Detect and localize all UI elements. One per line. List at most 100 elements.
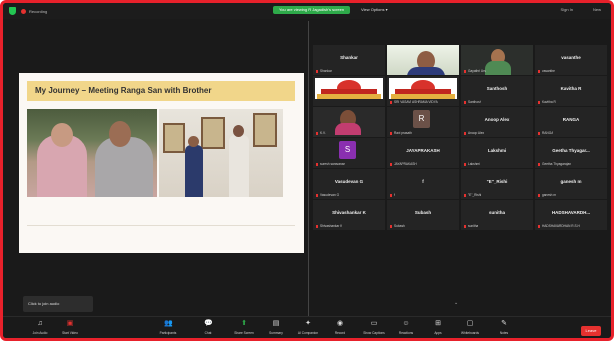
- share-screen-button[interactable]: ⬆ Share Screen: [229, 320, 259, 335]
- chat-icon: 💬: [204, 320, 213, 327]
- mic-muted-icon: [390, 224, 392, 228]
- participant-tile[interactable]: Subash Subash: [387, 200, 459, 230]
- participant-tile[interactable]: SRI VASAVI ASHRAMA VIDYA: [387, 76, 459, 106]
- photo-person: [185, 145, 203, 197]
- participant-name-label: Subash: [390, 224, 405, 228]
- participant-name-text: JAYAPRAKASH: [394, 162, 417, 166]
- participant-tile[interactable]: R Ravi prasath: [387, 107, 459, 137]
- mic-muted-icon: [538, 100, 540, 104]
- toolbar-label: AI Companion: [297, 331, 319, 335]
- participant-tile[interactable]: "E"_Rishi "E"_Rishi: [461, 169, 533, 199]
- participant-tile[interactable]: sunitha sunitha: [461, 200, 533, 230]
- split-divider[interactable]: [308, 21, 309, 319]
- shared-slide: My Journey – Meeting Ranga San with Brot…: [19, 73, 304, 253]
- participant-tile[interactable]: Santhosh Santhosh: [461, 76, 533, 106]
- toolbar-label: Join Audio: [32, 331, 48, 335]
- participant-display-name: Shivashankar K: [332, 210, 366, 215]
- participant-name-label: K.V.: [316, 131, 326, 135]
- new-button[interactable]: New: [593, 7, 601, 12]
- mic-muted-icon: [316, 69, 318, 73]
- start-video-button[interactable]: ▣ Start Video: [55, 320, 85, 335]
- participant-name-label: "E"_Rishi: [464, 193, 481, 197]
- join-audio-prompt[interactable]: Click to join audio: [23, 296, 93, 312]
- participant-tile[interactable]: Lakshmi Lakshmi: [461, 138, 533, 168]
- join-audio-button[interactable]: ♫ Join Audio: [25, 320, 55, 335]
- photo-person-head: [233, 125, 244, 137]
- participant-name-label: RANGA: [538, 131, 553, 135]
- mic-muted-icon: [390, 100, 392, 104]
- participant-name-text: HADSHAVARDHAN R.S.H: [542, 224, 580, 228]
- ai-companion-button[interactable]: ✦ AI Companion: [293, 320, 323, 335]
- participant-tile[interactable]: Shankar Shankar: [313, 45, 385, 75]
- participant-tile[interactable]: Vasudevan G Vasudevan G: [313, 169, 385, 199]
- record-button[interactable]: ◉ Record: [325, 320, 355, 335]
- participant-tile[interactable]: Gayathri Urs: [461, 45, 533, 75]
- participant-tile[interactable]: Ssuresh saravanan: [313, 138, 385, 168]
- security-shield-icon[interactable]: [9, 7, 16, 15]
- mic-muted-icon: [538, 131, 540, 135]
- toolbar-label: Apps: [434, 331, 442, 335]
- participant-tile[interactable]: Shivashankar K Shivashankar K: [313, 200, 385, 230]
- participant-tile[interactable]: Geetha Thyagar... Geetha Thyagarajan: [535, 138, 607, 168]
- participant-name-text: sunitha: [468, 224, 479, 228]
- video-off-icon: ▣: [66, 320, 74, 327]
- whiteboards-button[interactable]: ▢ Whiteboards: [455, 320, 485, 335]
- participant-tile[interactable]: HADSHAVARDH... HADSHAVARDHAN R.S.H: [535, 200, 607, 230]
- participant-tile[interactable]: JAYAPRAKASH JAYAPRAKASH: [387, 138, 459, 168]
- chevron-down-icon[interactable]: ⌄: [454, 300, 464, 306]
- participant-name-text: suresh saravanan: [320, 162, 346, 166]
- participant-tile[interactable]: ff: [387, 169, 459, 199]
- wall-frame: [163, 123, 185, 153]
- view-options-button[interactable]: View Options ▾: [361, 6, 388, 14]
- mic-muted-icon: [464, 131, 466, 135]
- participant-tile[interactable]: [313, 76, 385, 106]
- participant-display-name: Vasudevan G: [334, 179, 364, 184]
- mic-muted-icon: [464, 162, 466, 166]
- participant-name-label: HADSHAVARDHAN R.S.H: [538, 224, 580, 228]
- participant-name-label: suresh saravanan: [316, 162, 345, 166]
- participants-button[interactable]: 👥 Participants: [153, 320, 183, 335]
- participant-display-name: Kavitha R: [560, 86, 582, 91]
- participant-name-label: Vasudevan G: [316, 193, 339, 197]
- participant-tile[interactable]: Kavitha R Kavitha R: [535, 76, 607, 106]
- participant-video: [387, 45, 459, 75]
- sign-in-button[interactable]: Sign In: [561, 7, 573, 12]
- toolbar-label: Chat: [204, 331, 212, 335]
- participant-name-text: K.V.: [320, 131, 326, 135]
- participant-gallery: Shankar Shankar Gayathri Urs vasanthe vasant…: [313, 45, 611, 230]
- participant-tile[interactable]: vasanthe vasanthe: [535, 45, 607, 75]
- participant-tile[interactable]: K.V.: [313, 107, 385, 137]
- meeting-toolbar: Leave ♫ Join Audio ▣ Start Video 👥 Participan…: [3, 316, 611, 338]
- mic-muted-icon: [464, 69, 466, 73]
- participant-display-name: ganesh m: [560, 179, 582, 184]
- participant-name-label: Gayathri Urs: [464, 69, 486, 73]
- participant-tile[interactable]: [387, 45, 459, 75]
- participant-tile[interactable]: ganesh m ganesh m: [535, 169, 607, 199]
- notes-button[interactable]: ✎ Notes: [489, 320, 519, 335]
- slide-photo-left: [27, 109, 157, 197]
- recording-dot-icon: [21, 8, 26, 14]
- mic-muted-icon: [390, 162, 392, 166]
- mic-muted-icon: [390, 193, 392, 197]
- show-captions-button[interactable]: ▭ Show Captions: [359, 320, 389, 335]
- apps-button[interactable]: ⊞ Apps: [423, 320, 453, 335]
- logo-band: [391, 94, 455, 99]
- participant-name-text: SRI VASAVI ASHRAMA VIDYA: [394, 100, 438, 104]
- participant-display-name: HADSHAVARDH...: [551, 210, 591, 215]
- participant-tile[interactable]: RANGA RANGA: [535, 107, 607, 137]
- participant-name-text: Lakshmi: [468, 162, 480, 166]
- participant-name-text: Shankar: [320, 69, 332, 73]
- photo-person-head: [188, 136, 199, 147]
- mic-muted-icon: [538, 69, 540, 73]
- video-person-body: [485, 61, 511, 75]
- participant-tile[interactable]: Anoop Alex Anoop Alex: [461, 107, 533, 137]
- slide-title: My Journey – Meeting Ranga San with Brot…: [27, 81, 295, 101]
- chat-button[interactable]: 💬 Chat: [193, 320, 223, 335]
- reactions-button[interactable]: ☺ Reactions: [391, 320, 421, 335]
- summary-button[interactable]: ▤ Summary: [261, 320, 291, 335]
- mic-muted-icon: [390, 131, 392, 135]
- leave-button[interactable]: Leave: [581, 326, 601, 336]
- participant-name-text: Santhosh: [468, 100, 482, 104]
- participant-display-name: f: [422, 179, 424, 184]
- toolbar-label: Show Captions: [363, 331, 385, 335]
